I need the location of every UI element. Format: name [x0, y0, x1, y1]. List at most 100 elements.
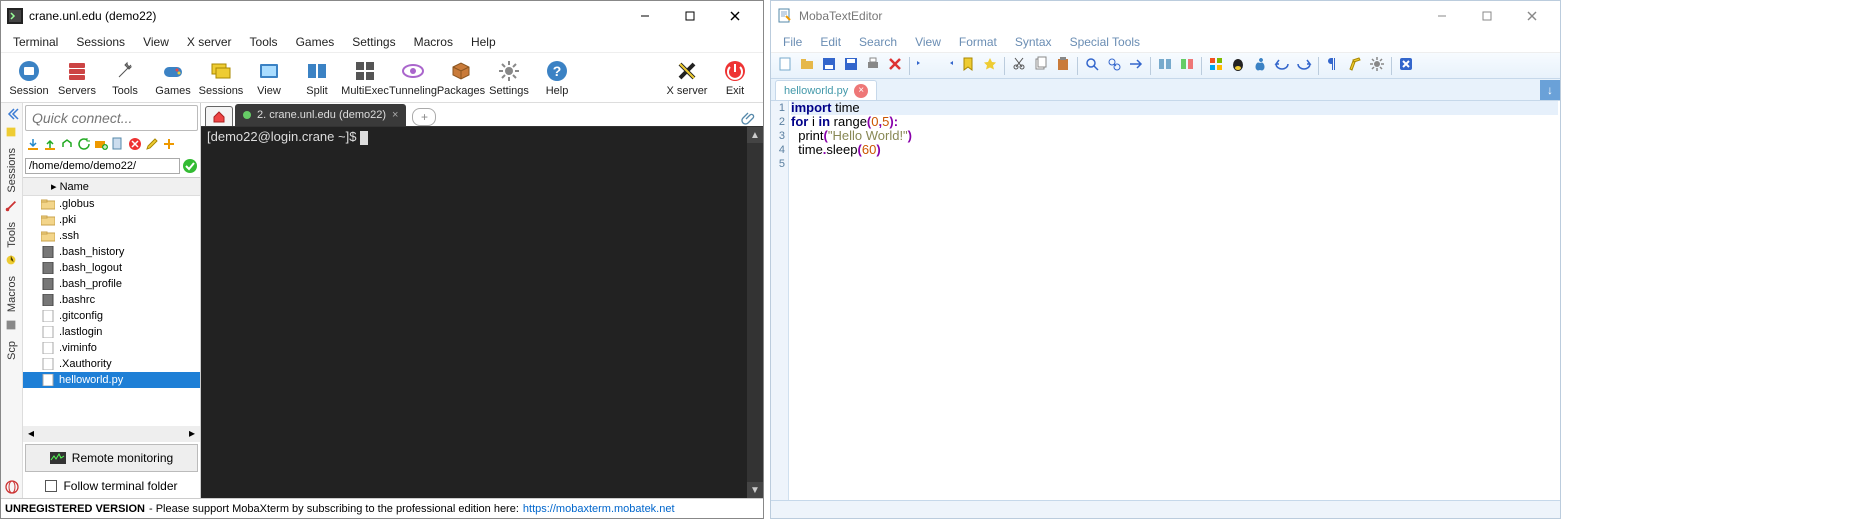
maximize-button[interactable] [1464, 2, 1509, 30]
file-list-hscroll[interactable]: ◂▸ [23, 426, 200, 442]
file-row[interactable]: .bash_logout [23, 260, 200, 276]
collapse-icon[interactable] [5, 107, 19, 121]
menu-help[interactable]: Help [463, 33, 504, 51]
find-icon[interactable] [162, 137, 176, 151]
menu-tools[interactable]: Tools [242, 33, 286, 51]
servers-button[interactable]: Servers [53, 59, 101, 97]
tab-close-icon[interactable]: × [854, 84, 868, 98]
status-link[interactable]: https://mobaxterm.mobatek.net [523, 503, 675, 515]
vtab-scp[interactable]: Scp [4, 335, 20, 366]
close-button[interactable] [712, 2, 757, 30]
x-server-button[interactable]: X server [663, 59, 711, 97]
minimize-button[interactable] [622, 2, 667, 30]
code-area[interactable]: import timefor i in range(0,5): print("H… [789, 101, 1560, 500]
close-button[interactable] [1509, 2, 1554, 30]
menu-edit[interactable]: Edit [812, 33, 849, 51]
code-line[interactable]: for i in range(0,5): [791, 115, 1558, 129]
vtab-macros[interactable]: Macros [4, 270, 20, 318]
quick-connect-input[interactable] [25, 105, 198, 131]
file-row[interactable]: .gitconfig [23, 308, 200, 324]
new-tab-button[interactable]: + [412, 108, 436, 126]
tab-overflow-button[interactable]: ↓ [1540, 80, 1560, 100]
file-list[interactable]: ▸ Name .globus.pki.ssh.bash_history.bash… [23, 177, 200, 426]
cut-icon[interactable] [1009, 54, 1029, 77]
file-row[interactable]: .bash_profile [23, 276, 200, 292]
menu-search[interactable]: Search [851, 33, 905, 51]
path-input[interactable] [25, 158, 180, 174]
file-row[interactable]: .bash_history [23, 244, 200, 260]
editor-tab[interactable]: helloworld.py × [775, 80, 877, 100]
menu-x-server[interactable]: X server [179, 33, 240, 51]
print-icon[interactable] [863, 54, 883, 77]
menu-terminal[interactable]: Terminal [5, 33, 66, 51]
pilcrow-icon[interactable] [1323, 54, 1343, 77]
paperclip-icon[interactable] [741, 110, 757, 126]
find-icon[interactable] [1082, 54, 1102, 77]
paste-icon[interactable] [1053, 54, 1073, 77]
bookmark-icon[interactable] [958, 54, 978, 77]
file-row[interactable]: .globus [23, 196, 200, 212]
save-all-icon[interactable] [841, 54, 861, 77]
games-button[interactable]: Games [149, 59, 197, 97]
code-line[interactable] [791, 157, 1558, 171]
file-row[interactable]: .pki [23, 212, 200, 228]
tab-close-icon[interactable]: × [392, 109, 398, 121]
windows-icon[interactable] [1206, 54, 1226, 77]
editor-body[interactable]: 12345 import timefor i in range(0,5): pr… [771, 101, 1560, 500]
new-file-icon[interactable] [111, 137, 125, 151]
tunneling-button[interactable]: Tunneling [389, 59, 437, 97]
titlebar[interactable]: crane.unl.edu (demo22) [1, 1, 763, 31]
settings-button[interactable]: Settings [485, 59, 533, 97]
close-file-icon[interactable] [885, 54, 905, 77]
file-row[interactable]: helloworld.py [23, 372, 200, 388]
code-line[interactable]: time.sleep(60) [791, 143, 1558, 157]
vtab-sessions[interactable]: Sessions [4, 142, 20, 199]
multiexec-button[interactable]: MultiExec [341, 59, 389, 97]
undo-icon[interactable] [1272, 54, 1292, 77]
new-file-icon[interactable] [775, 54, 795, 77]
new-folder-icon[interactable] [94, 137, 108, 151]
scroll-down-icon[interactable]: ▼ [747, 482, 763, 498]
replace-icon[interactable] [1104, 54, 1124, 77]
delete-icon[interactable] [128, 137, 142, 151]
parent-dir-icon[interactable] [60, 137, 74, 151]
indent-icon[interactable] [936, 54, 956, 77]
file-row[interactable]: .Xauthority [23, 356, 200, 372]
code-line[interactable]: import time [791, 101, 1558, 115]
menu-file[interactable]: File [775, 33, 810, 51]
upload-icon[interactable] [43, 137, 57, 151]
session-tab[interactable]: 2. crane.unl.edu (demo22) × [235, 104, 406, 126]
redo-icon[interactable] [1294, 54, 1314, 77]
globe-icon[interactable] [5, 480, 19, 494]
menu-format[interactable]: Format [951, 33, 1005, 51]
download-icon[interactable] [26, 137, 40, 151]
split-button[interactable]: Split [293, 59, 341, 97]
menu-macros[interactable]: Macros [406, 33, 461, 51]
refresh-icon[interactable] [77, 137, 91, 151]
sessions-button[interactable]: Sessions [197, 59, 245, 97]
open-folder-icon[interactable] [797, 54, 817, 77]
linux-icon[interactable] [1228, 54, 1248, 77]
home-tab[interactable] [205, 106, 233, 126]
menu-games[interactable]: Games [288, 33, 343, 51]
vtab-tools[interactable]: Tools [4, 216, 20, 254]
menu-view[interactable]: View [907, 33, 949, 51]
diff-icon[interactable] [1177, 54, 1197, 77]
tools-button[interactable]: Tools [101, 59, 149, 97]
titlebar[interactable]: MobaTextEditor [771, 1, 1560, 31]
exit-editor-icon[interactable] [1396, 54, 1416, 77]
file-row[interactable]: .lastlogin [23, 324, 200, 340]
edit-icon[interactable] [145, 137, 159, 151]
file-row[interactable]: .bashrc [23, 292, 200, 308]
file-list-header[interactable]: ▸ Name [23, 178, 200, 196]
follow-terminal-checkbox[interactable]: Follow terminal folder [23, 474, 200, 498]
session-button[interactable]: Session [5, 59, 53, 97]
copy-icon[interactable] [1031, 54, 1051, 77]
menu-view[interactable]: View [135, 33, 177, 51]
mac-icon[interactable] [1250, 54, 1270, 77]
maximize-button[interactable] [667, 2, 712, 30]
menu-special-tools[interactable]: Special Tools [1062, 33, 1149, 51]
file-row[interactable]: .viminfo [23, 340, 200, 356]
highlight-icon[interactable] [1345, 54, 1365, 77]
view-button[interactable]: View [245, 59, 293, 97]
